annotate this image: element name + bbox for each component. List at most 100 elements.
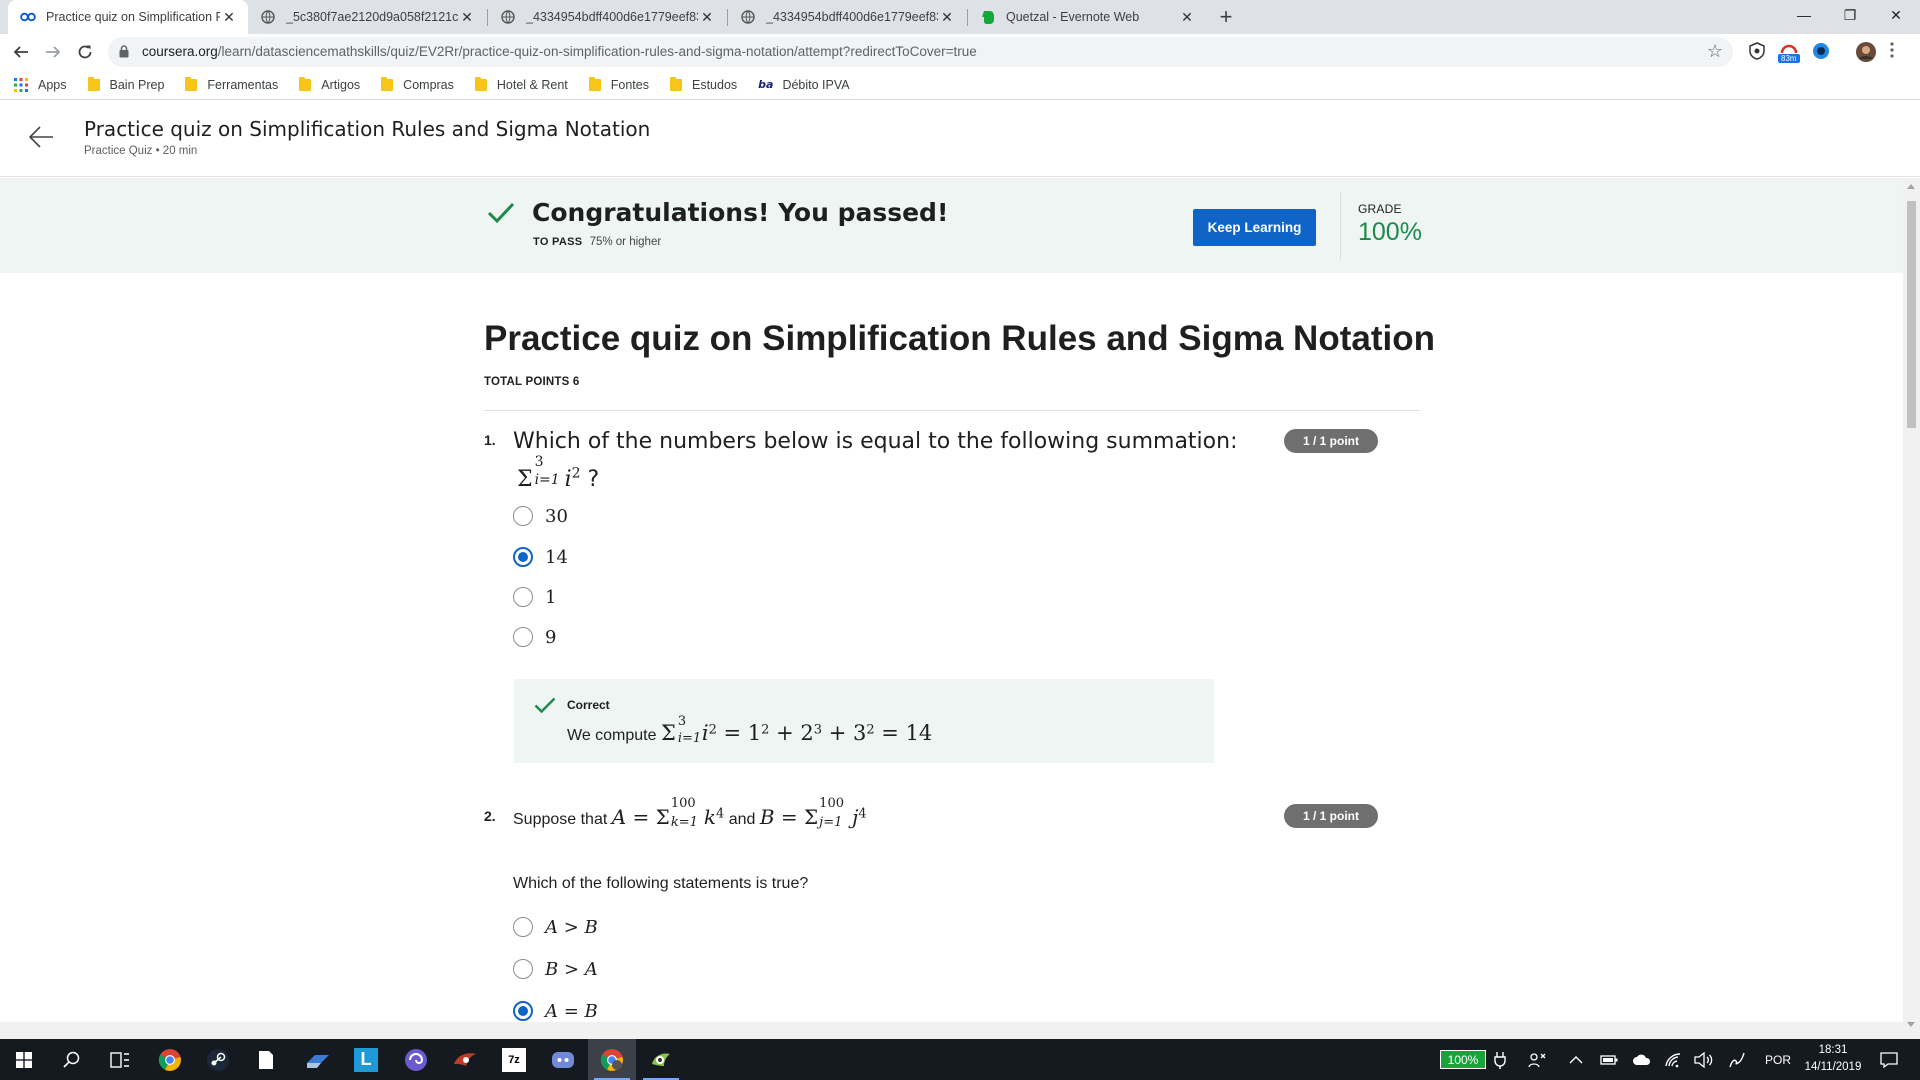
folder-icon — [299, 76, 312, 91]
app-swirl-icon[interactable] — [392, 1039, 440, 1080]
back-to-course-button[interactable] — [28, 125, 54, 154]
new-tab-button[interactable]: + — [1214, 4, 1238, 29]
radio-button[interactable] — [513, 917, 533, 937]
bookmark-compras[interactable]: Compras — [381, 76, 454, 92]
close-tab-icon[interactable]: ✕ — [1178, 8, 1196, 26]
search-icon[interactable] — [48, 1039, 96, 1080]
close-tab-icon[interactable]: ✕ — [458, 8, 476, 26]
restore-button[interactable]: ❐ — [1827, 0, 1873, 30]
reload-button[interactable] — [73, 40, 97, 64]
feedback-box: Correct We compute Σ 3 i=1 i2 = 12 + 23 + 3… — [514, 679, 1214, 763]
bookmark-star-icon[interactable]: ☆ — [1707, 41, 1723, 62]
bookmark-label: Apps — [38, 77, 67, 92]
minimize-button[interactable]: — — [1781, 0, 1827, 30]
forward-button[interactable] — [41, 40, 65, 64]
wifi-icon[interactable] — [1664, 1039, 1682, 1080]
page-content: Practice quiz on Simplification Rules an… — [0, 101, 1920, 1039]
answer-option[interactable]: A > B — [513, 915, 598, 939]
globe-icon — [740, 9, 756, 25]
tab-3[interactable]: _4334954bdff400d6e1779eef836 ✕ — [488, 0, 726, 34]
task-view-icon[interactable] — [96, 1039, 144, 1080]
radio-button[interactable] — [513, 506, 533, 526]
question-number: 2. — [484, 808, 496, 824]
radio-button-selected[interactable] — [513, 1001, 533, 1021]
extension-rescuetime-icon[interactable]: 83m — [1777, 42, 1803, 63]
bookmark-apps[interactable]: Apps — [14, 77, 67, 92]
folder-icon — [87, 76, 100, 91]
bookmark-artigos[interactable]: Artigos — [299, 76, 360, 92]
answer-option[interactable]: 9 — [513, 625, 556, 649]
tab-evernote[interactable]: Quetzal - Evernote Web ✕ — [968, 0, 1206, 34]
close-tab-icon[interactable]: ✕ — [938, 8, 956, 26]
pass-requirement: TO PASS 75% or higher — [533, 236, 661, 248]
answer-option[interactable]: 30 — [513, 504, 568, 528]
extension-circle-icon[interactable] — [1812, 42, 1832, 62]
file-icon[interactable] — [242, 1039, 290, 1080]
battery-percent-badge[interactable]: 100% — [1440, 1050, 1486, 1069]
power-plug-icon[interactable] — [1494, 1039, 1506, 1080]
answer-option[interactable]: 1 — [513, 585, 556, 609]
cloud-icon[interactable] — [1632, 1039, 1652, 1080]
bank-logo-icon: ba — [758, 78, 774, 91]
folder-icon — [381, 76, 394, 91]
menu-kebab-icon[interactable] — [1890, 42, 1900, 62]
radio-button[interactable] — [513, 959, 533, 979]
question-2-prompt: Which of the following statements is tru… — [513, 875, 809, 892]
tab-4[interactable]: _4334954bdff400d6e1779eef836 ✕ — [728, 0, 966, 34]
discord-icon[interactable] — [539, 1039, 587, 1080]
close-tab-icon[interactable]: ✕ — [698, 8, 716, 26]
horizontal-scrollbar[interactable] — [0, 1022, 1903, 1039]
extension-badge: 83m — [1781, 54, 1797, 63]
url-host: coursera.org — [142, 44, 218, 59]
radio-button-selected[interactable] — [513, 547, 533, 567]
tab-2[interactable]: _5c380f7ae2120d9a058f2121ca1 ✕ — [248, 0, 486, 34]
pen-icon[interactable] — [1728, 1039, 1746, 1080]
bookmark-fontes[interactable]: Fontes — [588, 76, 649, 92]
windows-start-icon[interactable] — [0, 1039, 48, 1080]
close-tab-icon[interactable]: ✕ — [220, 8, 238, 26]
back-button[interactable] — [9, 40, 33, 64]
person-network-icon[interactable] — [1528, 1039, 1546, 1080]
bookmark-bain-prep[interactable]: Bain Prep — [87, 76, 164, 92]
bookmark-debito-ipva[interactable]: ba Débito IPVA — [758, 78, 849, 92]
battery-icon[interactable] — [1600, 1039, 1618, 1080]
chevron-up-icon[interactable] — [1569, 1039, 1583, 1080]
answer-option-selected[interactable]: A = B — [513, 999, 598, 1023]
tab-coursera-quiz[interactable]: Practice quiz on Simplification Ru ✕ — [8, 0, 248, 34]
chrome-icon[interactable] — [146, 1039, 194, 1080]
language-indicator[interactable]: POR — [1765, 1039, 1791, 1080]
question-2-suppose: Suppose that — [513, 811, 608, 828]
scrollbar-thumb[interactable] — [1907, 201, 1916, 428]
browser-toolbar: coursera.org/learn/datasciencemathskills… — [0, 34, 1920, 70]
answer-option-selected[interactable]: 14 — [513, 545, 568, 569]
profile-avatar[interactable] — [1856, 42, 1876, 62]
app-l-icon[interactable]: L — [342, 1039, 390, 1080]
volume-icon[interactable] — [1694, 1039, 1714, 1080]
notification-icon[interactable] — [1880, 1039, 1898, 1080]
scroll-up-arrow-icon[interactable] — [1907, 184, 1915, 189]
answer-option[interactable]: B > A — [513, 957, 598, 981]
app-arrow-icon[interactable] — [294, 1039, 342, 1080]
radio-button[interactable] — [513, 587, 533, 607]
folder-icon — [588, 76, 601, 91]
bookmark-ferramentas[interactable]: Ferramentas — [185, 76, 278, 92]
header-title: Practice quiz on Simplification Rules an… — [84, 117, 651, 141]
app-wing-icon[interactable] — [441, 1039, 489, 1080]
app-bird-icon[interactable] — [637, 1039, 685, 1080]
keep-learning-button[interactable]: Keep Learning — [1193, 209, 1316, 246]
steam-icon[interactable] — [194, 1039, 242, 1080]
question-1-formula: Σ 3 i=1 i2 ? — [517, 454, 600, 492]
address-bar[interactable]: coursera.org/learn/datasciencemathskills… — [108, 37, 1733, 67]
scroll-down-arrow-icon[interactable] — [1907, 1022, 1915, 1027]
close-window-button[interactable]: ✕ — [1873, 0, 1919, 30]
pass-title: Congratulations! You passed! — [532, 198, 949, 227]
7zip-icon[interactable]: 7z — [490, 1039, 538, 1080]
radio-button[interactable] — [513, 627, 533, 647]
extension-shield-icon[interactable] — [1748, 42, 1768, 62]
bookmark-hotel-rent[interactable]: Hotel & Rent — [474, 76, 568, 92]
chrome-active-icon[interactable] — [588, 1039, 636, 1080]
vertical-scrollbar[interactable] — [1903, 178, 1920, 1039]
system-clock[interactable]: 18:31 14/11/2019 — [1793, 1042, 1873, 1076]
bookmark-estudos[interactable]: Estudos — [669, 76, 737, 92]
tab-title: _5c380f7ae2120d9a058f2121ca1 — [286, 10, 458, 24]
